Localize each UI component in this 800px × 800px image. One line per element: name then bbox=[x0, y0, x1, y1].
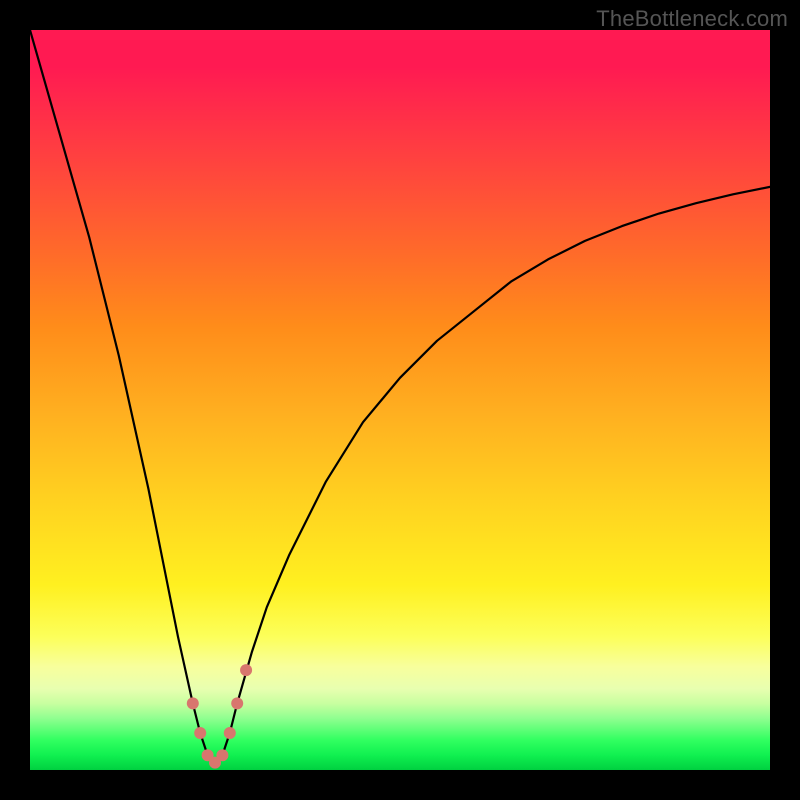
curve-marker bbox=[224, 727, 236, 739]
curve-marker bbox=[216, 749, 228, 761]
plot-area bbox=[30, 30, 770, 770]
curve-marker bbox=[231, 697, 243, 709]
bottleneck-curve bbox=[30, 30, 770, 763]
curve-marker bbox=[187, 697, 199, 709]
chart-svg bbox=[30, 30, 770, 770]
chart-frame: TheBottleneck.com bbox=[0, 0, 800, 800]
curve-marker bbox=[240, 664, 252, 676]
curve-marker bbox=[194, 727, 206, 739]
watermark-text: TheBottleneck.com bbox=[596, 6, 788, 32]
